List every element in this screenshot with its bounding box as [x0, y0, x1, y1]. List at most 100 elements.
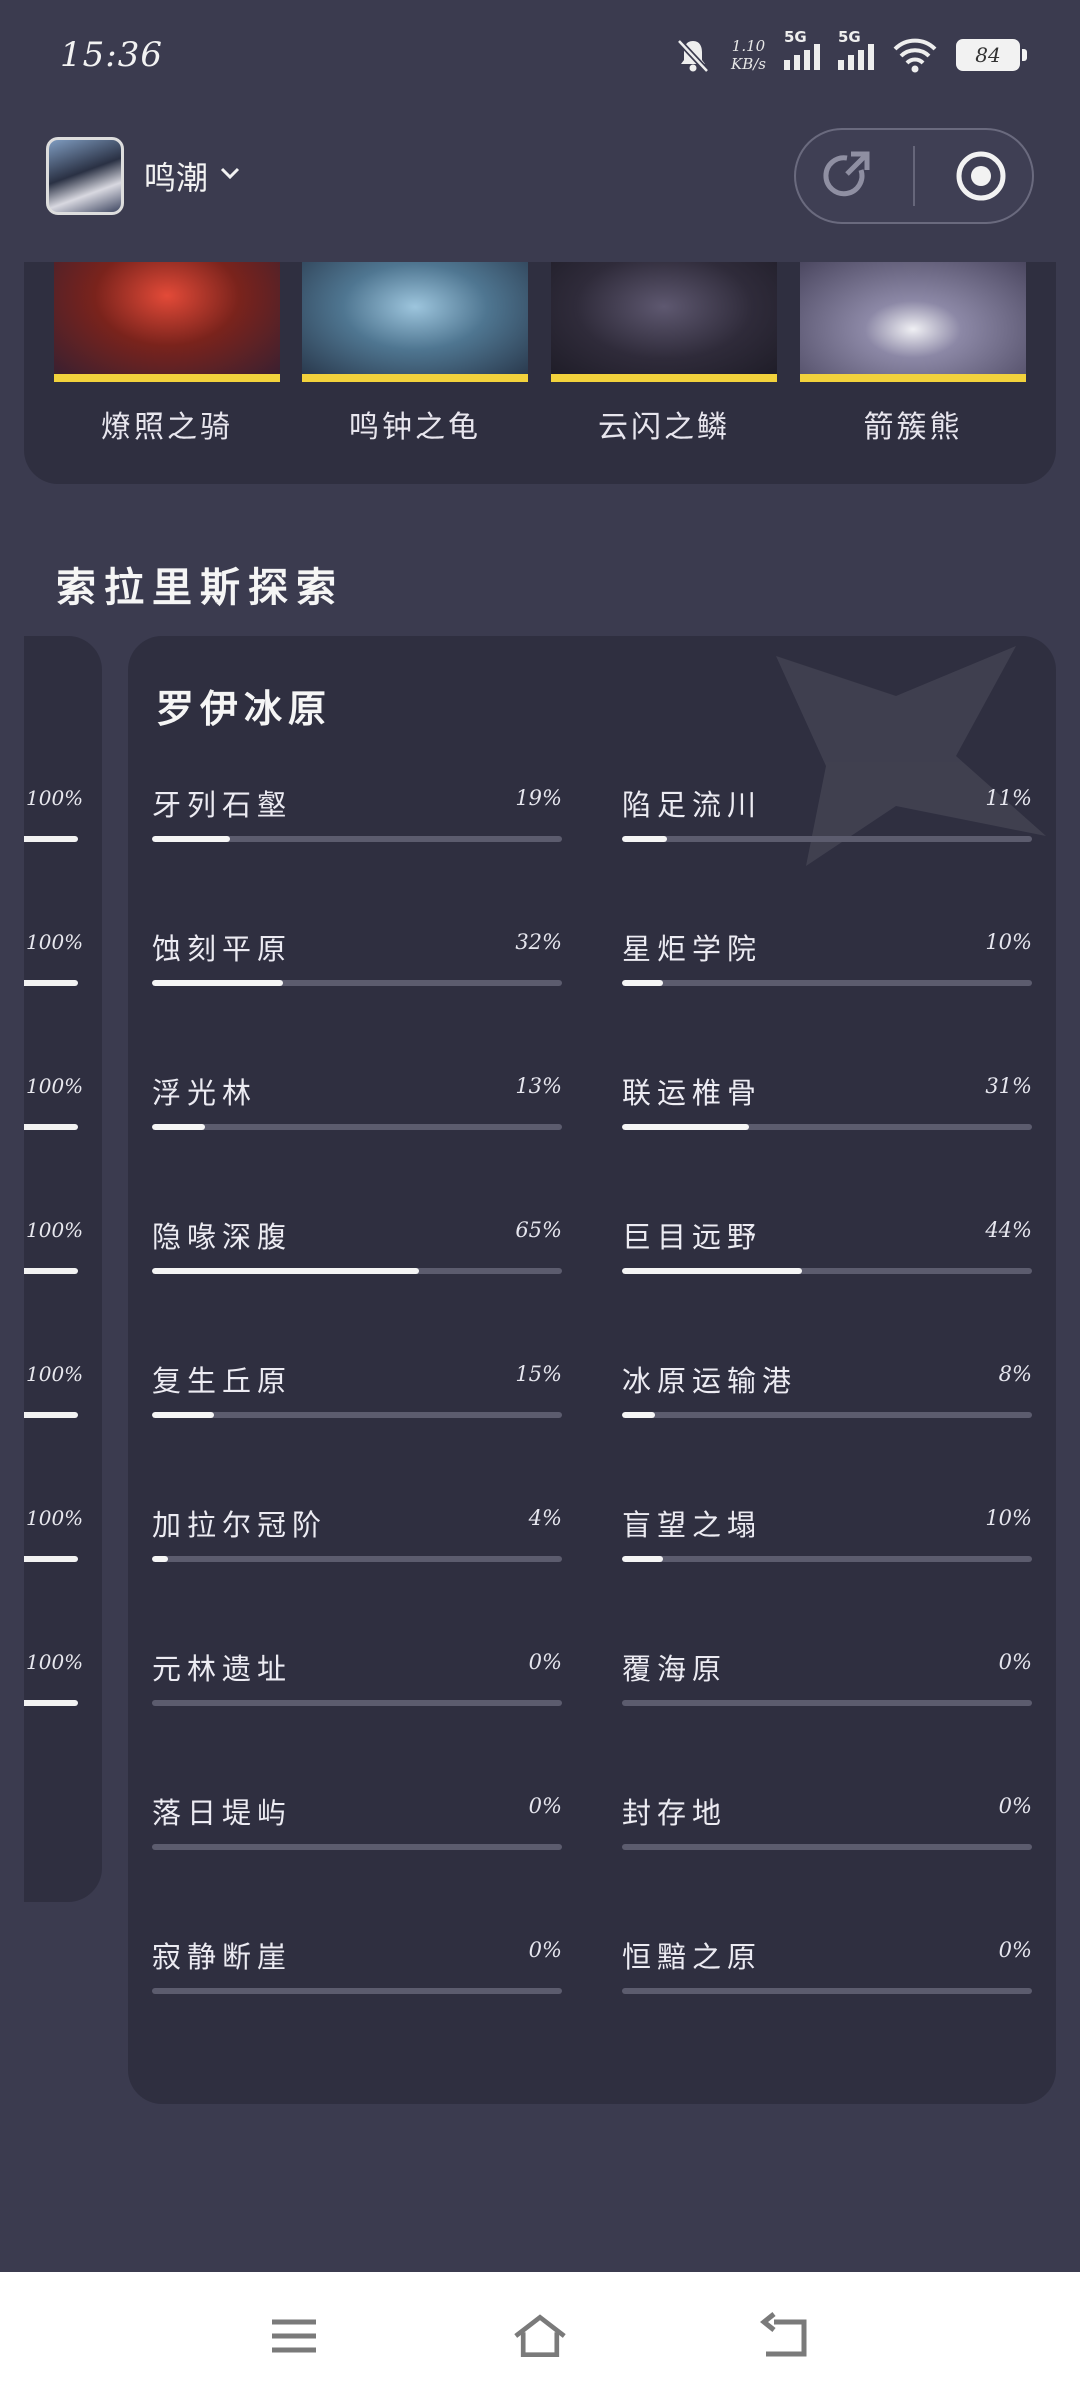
home-button[interactable]: [512, 2308, 568, 2364]
area-percent: 0%: [528, 1794, 562, 1818]
network-speed: 1.10 KB/s: [731, 37, 766, 73]
area-progress-track: [152, 1556, 562, 1562]
peek-progress-bar: [24, 980, 78, 986]
status-time: 15:36: [60, 35, 163, 75]
area-progress-fill: [152, 1412, 214, 1418]
menu-button[interactable]: [266, 2308, 322, 2364]
area-progress-item[interactable]: 浮光林 13%: [152, 1070, 562, 1160]
area-progress-item[interactable]: 覆海原 0%: [622, 1646, 1032, 1736]
boss-item[interactable]: 鸣钟之龟: [302, 262, 528, 446]
region-card[interactable]: 罗伊冰原 牙列石壑 19% 陷足流川 11% 蚀刻平原 32% 星炬学院 10% 浮光林 13% 联…: [128, 636, 1056, 2104]
back-button[interactable]: [758, 2308, 814, 2364]
area-name: 浮光林: [152, 1076, 258, 1110]
area-progress-item[interactable]: 隐喙深腹 65%: [152, 1214, 562, 1304]
area-name: 牙列石壑: [152, 788, 293, 822]
peek-percent: 100%: [26, 1506, 84, 1530]
back-icon: [760, 2312, 807, 2357]
area-progress-item[interactable]: 陷足流川 11%: [622, 782, 1032, 872]
section-title: 索拉里斯探索: [56, 564, 344, 611]
area-progress-track: [152, 1988, 562, 1994]
region-title: 罗伊冰原: [156, 686, 333, 731]
area-progress-track: [152, 836, 562, 842]
area-name: 落日堤屿: [152, 1796, 293, 1830]
boss-item[interactable]: 云闪之鳞: [551, 262, 777, 446]
capsule-divider: [912, 146, 915, 206]
area-name: 盲望之塌: [622, 1508, 763, 1542]
chevron-down-icon[interactable]: [218, 161, 242, 192]
game-name[interactable]: 鸣潮: [144, 153, 208, 199]
area-progress-item[interactable]: 寂静断崖 0%: [152, 1934, 562, 2024]
area-name: 隐喙深腹: [152, 1220, 293, 1254]
area-progress-fill: [622, 1268, 803, 1274]
area-progress-item[interactable]: 蚀刻平原 32%: [152, 926, 562, 1016]
signal-icon: 5G: [784, 28, 820, 70]
area-percent: 0%: [998, 1938, 1032, 1962]
area-progress-item[interactable]: 星炬学院 10%: [622, 926, 1032, 1016]
area-progress-track: [622, 836, 1032, 842]
area-name: 巨目远野: [622, 1220, 763, 1254]
peek-progress-bar: [24, 1124, 78, 1130]
peek-percent: 100%: [26, 1218, 84, 1242]
boss-item[interactable]: 燎照之骑: [54, 262, 280, 446]
area-progress-item[interactable]: 落日堤屿 0%: [152, 1790, 562, 1880]
area-progress-fill: [622, 836, 668, 842]
area-name: 冰原运输港: [622, 1364, 798, 1398]
signal-label-2: 5G: [838, 28, 861, 46]
area-progress-track: [152, 1124, 562, 1130]
previous-region-card[interactable]: 100% 100% 100% 100% 100% 100% 100%: [24, 636, 102, 1902]
area-progress-fill: [622, 1556, 663, 1562]
area-name: 陷足流川: [622, 788, 763, 822]
area-progress-item[interactable]: 加拉尔冠阶 4%: [152, 1502, 562, 1592]
area-percent: 65%: [515, 1218, 562, 1242]
home-icon: [514, 2314, 566, 2357]
status-icons: 1.10 KB/s 5G 5G 84: [673, 28, 1027, 75]
area-name: 蚀刻平原: [152, 932, 293, 966]
boss-name: 鸣钟之龟: [349, 410, 481, 445]
record-button[interactable]: [946, 141, 1016, 211]
signal-icon-2: 5G: [838, 28, 874, 70]
boss-portrait: [302, 262, 528, 382]
peek-progress-bar: [24, 836, 78, 842]
share-icon: [823, 151, 870, 197]
boss-item[interactable]: 箭簇熊: [800, 262, 1026, 446]
area-progress-item[interactable]: 元林遗址 0%: [152, 1646, 562, 1736]
peek-progress-bar: [24, 1556, 78, 1562]
peek-progress-bar: [24, 1268, 78, 1274]
area-percent: 32%: [515, 930, 562, 954]
peek-percent: 100%: [26, 930, 84, 954]
area-progress-track: [622, 1844, 1032, 1850]
area-progress-item[interactable]: 复生丘原 15%: [152, 1358, 562, 1448]
network-speed-unit: KB/s: [731, 55, 766, 73]
game-avatar[interactable]: [46, 137, 124, 215]
area-progress-item[interactable]: 冰原运输港 8%: [622, 1358, 1032, 1448]
area-progress-item[interactable]: 联运椎骨 31%: [622, 1070, 1032, 1160]
area-progress-item[interactable]: 封存地 0%: [622, 1790, 1032, 1880]
boss-portrait: [54, 262, 280, 382]
area-percent: 15%: [515, 1362, 562, 1386]
peek-percent: 100%: [26, 786, 84, 810]
area-percent: 19%: [515, 786, 562, 810]
share-button[interactable]: [812, 141, 882, 211]
boss-name: 箭簇熊: [863, 410, 963, 445]
area-progress-fill: [152, 836, 230, 842]
area-progress-item[interactable]: 恒黯之原 0%: [622, 1934, 1032, 2024]
area-percent: 0%: [998, 1650, 1032, 1674]
area-percent: 10%: [985, 1506, 1032, 1530]
area-name: 恒黯之原: [622, 1940, 763, 1974]
area-progress-item[interactable]: 巨目远野 44%: [622, 1214, 1032, 1304]
area-name: 元林遗址: [152, 1652, 293, 1686]
mute-bell-icon: [676, 38, 710, 74]
area-progress-item[interactable]: 盲望之塌 10%: [622, 1502, 1032, 1592]
app-header: 鸣潮: [46, 128, 1034, 224]
area-name: 星炬学院: [622, 932, 763, 966]
area-name: 联运椎骨: [622, 1076, 763, 1110]
area-progress-fill: [152, 1556, 169, 1562]
peek-percent: 100%: [26, 1650, 84, 1674]
area-progress-track: [622, 980, 1032, 986]
area-name: 寂静断崖: [152, 1940, 293, 1974]
area-progress-item[interactable]: 牙列石壑 19%: [152, 782, 562, 872]
system-nav-bar: [0, 2272, 1080, 2400]
area-progress-track: [622, 1700, 1032, 1706]
area-name: 加拉尔冠阶: [152, 1508, 328, 1542]
area-progress-track: [622, 1556, 1032, 1562]
